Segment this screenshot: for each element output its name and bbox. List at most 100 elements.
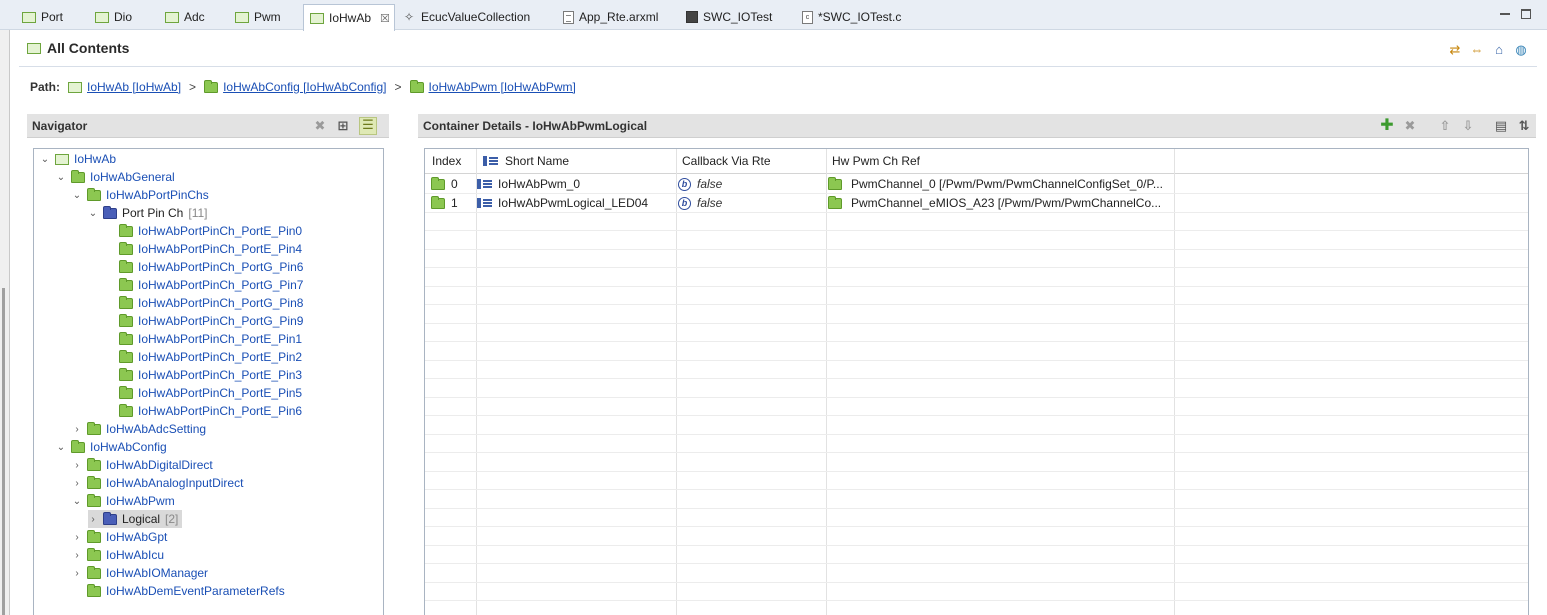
chevron-down-icon[interactable]: ⌄: [72, 190, 82, 201]
tree-item[interactable]: IoHwAbPortPinCh_PortE_Pin5: [104, 384, 302, 402]
tree-item[interactable]: IoHwAbPortPinCh_PortG_Pin6: [104, 258, 303, 276]
tree-item[interactable]: › IoHwAbIcu: [72, 546, 164, 564]
table-row[interactable]: 1: [431, 194, 458, 212]
tab-app-rte-arxml[interactable]: App_Rte.arxml: [563, 4, 658, 30]
sort-icon[interactable]: ⇅: [1517, 119, 1531, 133]
cell-short-name[interactable]: IoHwAbPwm_0: [477, 175, 580, 193]
tab-ecucvaluecollection[interactable]: ✧ EcucValueCollection: [404, 4, 530, 30]
header-divider: [19, 66, 1537, 67]
boolean-icon: b: [678, 177, 691, 191]
tree-item[interactable]: ⌄ IoHwAbGeneral: [56, 168, 175, 186]
close-tab-icon[interactable]: ☒: [380, 12, 390, 25]
chevron-right-icon[interactable]: ›: [72, 460, 82, 471]
navigator-tree: ⌄ IoHwAb ⌄ IoHwAbGeneral ⌄ IoHwAbPortPinChs ⌄ P…: [33, 148, 384, 615]
tree-item[interactable]: IoHwAbPortPinCh_PortE_Pin6: [104, 402, 302, 420]
tree-item[interactable]: IoHwAbPortPinCh_PortE_Pin1: [104, 330, 302, 348]
cell-callback-via-rte[interactable]: b false: [678, 175, 722, 193]
blue-folder-icon: [103, 205, 117, 219]
chevron-right-icon[interactable]: ›: [72, 550, 82, 561]
boolean-icon: b: [678, 196, 691, 210]
details-header: Container Details - IoHwAbPwmLogical ✚ ✖…: [418, 114, 1536, 138]
tree-item[interactable]: › IoHwAbGpt: [72, 528, 167, 546]
folder-icon: [119, 403, 133, 417]
folder-icon: [828, 176, 842, 190]
chevron-down-icon[interactable]: ⌄: [40, 154, 50, 165]
grid-line: [425, 304, 1528, 305]
delete-icon[interactable]: ✖: [1403, 119, 1417, 133]
chevron-right-icon[interactable]: ›: [72, 532, 82, 543]
tab-port[interactable]: Port: [20, 4, 63, 30]
chevron-down-icon[interactable]: ⌄: [72, 496, 82, 507]
cell-hw-pwm-ch-ref[interactable]: PwmChannel_eMIOS_A23 [/Pwm/Pwm/PwmChanne…: [828, 194, 1161, 212]
tree-item[interactable]: IoHwAbPortPinCh_PortE_Pin2: [104, 348, 302, 366]
home-icon[interactable]: ⌂: [1492, 43, 1506, 57]
chevron-down-icon[interactable]: ⌄: [56, 172, 66, 183]
tree-item[interactable]: › IoHwAbAnalogInputDirect: [72, 474, 243, 492]
cell-hw-pwm-ch-ref[interactable]: PwmChannel_0 [/Pwm/Pwm/PwmChannelConfigS…: [828, 175, 1163, 193]
breadcrumb-iohwabconfig[interactable]: IoHwAbConfig [IoHwAbConfig]: [223, 80, 386, 94]
component-icon: [686, 11, 698, 23]
module-icon: [22, 11, 36, 23]
link-with-editor-icon[interactable]: ☰: [359, 117, 377, 135]
synchronize-icon[interactable]: ⇄: [1448, 43, 1462, 57]
move-down-icon[interactable]: ⇩: [1461, 119, 1475, 133]
edit-columns-icon[interactable]: ▤: [1494, 119, 1508, 133]
grid-line: [425, 452, 1528, 453]
tree-item[interactable]: › IoHwAbAdcSetting: [72, 420, 206, 438]
tree-item[interactable]: IoHwAbPortPinCh_PortG_Pin8: [104, 294, 303, 312]
grid-line: [425, 249, 1528, 250]
cell-callback-via-rte[interactable]: b false: [678, 194, 722, 212]
grid-line: [425, 193, 1528, 194]
chevron-right-icon[interactable]: ›: [88, 514, 98, 525]
tree-item[interactable]: IoHwAbPortPinCh_PortE_Pin3: [104, 366, 302, 384]
tree-item-label: IoHwAbDemEventParameterRefs: [106, 584, 285, 598]
tab-iohwab[interactable]: IoHwAb ☒: [303, 4, 395, 31]
tree-item[interactable]: IoHwAbPortPinCh_PortE_Pin4: [104, 240, 302, 258]
tree-item[interactable]: › IoHwAbIOManager: [72, 564, 208, 582]
link-editor-icon[interactable]: ⇔: [1470, 43, 1484, 57]
tree-item[interactable]: › IoHwAbDigitalDirect: [72, 456, 213, 474]
maximize-icon[interactable]: [1521, 9, 1531, 19]
tree-item-label: Logical: [122, 512, 161, 526]
column-index[interactable]: Index: [432, 154, 461, 168]
tab-dio[interactable]: Dio: [93, 4, 132, 30]
container-details-table: Index Short Name Callback Via Rte Hw Pwm…: [424, 148, 1529, 615]
tree-item[interactable]: IoHwAbPortPinCh_PortE_Pin0: [104, 222, 302, 240]
left-edge-scrollbar[interactable]: [2, 288, 5, 615]
remove-icon[interactable]: ✖: [313, 119, 327, 133]
tree-item[interactable]: ⌄ IoHwAbPwm: [72, 492, 175, 510]
folder-icon: [71, 169, 85, 183]
breadcrumb-iohwab[interactable]: IoHwAb [IoHwAb]: [87, 80, 181, 94]
chevron-down-icon[interactable]: ⌄: [56, 442, 66, 453]
tab-swc-iotest-c[interactable]: c *SWC_IOTest.c: [802, 4, 901, 30]
column-short-name[interactable]: Short Name: [483, 154, 569, 168]
tree-item[interactable]: ⌄ IoHwAbConfig: [56, 438, 167, 456]
tab-pwm[interactable]: Pwm: [233, 4, 281, 30]
chevron-right-icon[interactable]: ›: [72, 478, 82, 489]
cell-short-name[interactable]: IoHwAbPwmLogical_LED04: [477, 194, 648, 212]
tree-item[interactable]: IoHwAbPortPinCh_PortG_Pin9: [104, 312, 303, 330]
add-icon[interactable]: ✚: [1380, 118, 1394, 134]
tree-item[interactable]: IoHwAbDemEventParameterRefs: [72, 582, 285, 600]
chevron-right-icon[interactable]: ›: [72, 568, 82, 579]
column-callback-via-rte[interactable]: Callback Via Rte: [682, 154, 771, 168]
minimize-icon[interactable]: [1500, 13, 1510, 15]
breadcrumb-iohwabpwm[interactable]: IoHwAbPwm [IoHwAbPwm]: [429, 80, 576, 94]
tree-item[interactable]: › Logical [2]: [88, 510, 183, 528]
column-hw-pwm-ch-ref[interactable]: Hw Pwm Ch Ref: [832, 154, 920, 168]
module-icon: [165, 11, 179, 23]
tab-adc[interactable]: Adc: [163, 4, 205, 30]
table-row[interactable]: 0: [431, 175, 458, 193]
folder-icon: [119, 223, 133, 237]
folder-icon: [119, 349, 133, 363]
tree-item[interactable]: ⌄ IoHwAb: [40, 150, 116, 168]
chevron-right-icon[interactable]: ›: [72, 424, 82, 435]
collapse-all-icon[interactable]: ⊞: [336, 119, 350, 133]
tree-item[interactable]: ⌄ IoHwAbPortPinChs: [72, 186, 209, 204]
chevron-down-icon[interactable]: ⌄: [88, 208, 98, 219]
move-up-icon[interactable]: ⇧: [1438, 119, 1452, 133]
tree-item[interactable]: ⌄ Port Pin Ch [11]: [88, 204, 207, 222]
tab-swc-iotest[interactable]: SWC_IOTest: [686, 4, 772, 30]
settings-globe-icon[interactable]: ◍: [1514, 43, 1528, 57]
tree-item[interactable]: IoHwAbPortPinCh_PortG_Pin7: [104, 276, 303, 294]
